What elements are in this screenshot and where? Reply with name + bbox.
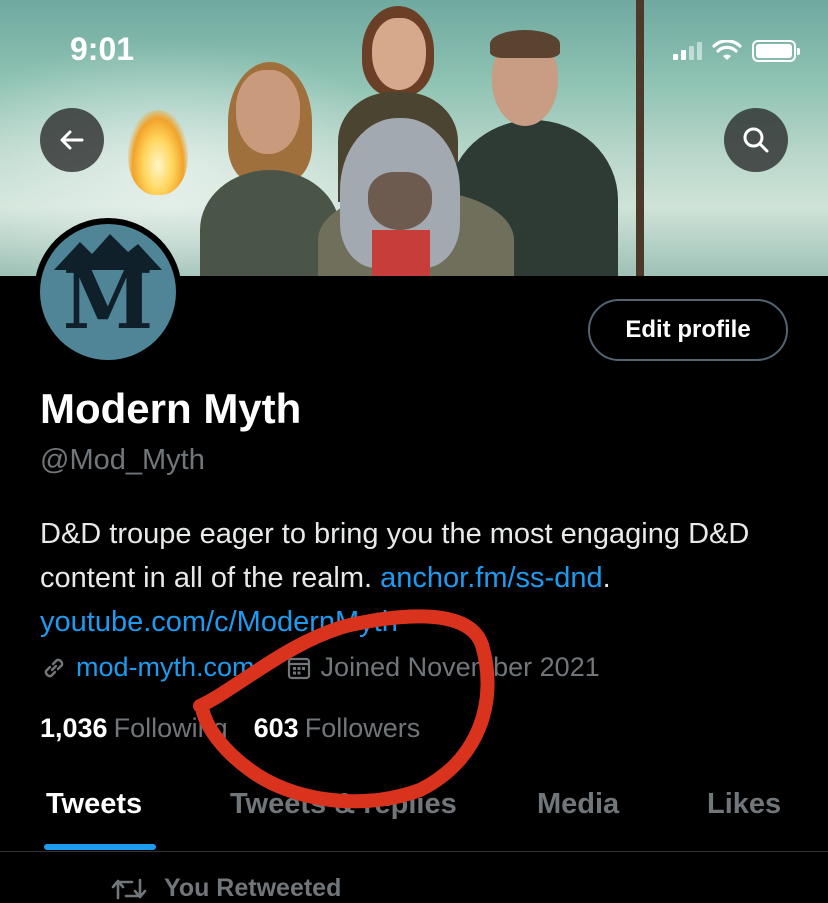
website-item[interactable]: mod-myth.com [40,652,255,683]
tab-media[interactable]: Media [537,788,619,821]
banner-staff [636,0,644,276]
status-icons [673,40,800,62]
followers-stat[interactable]: 603 Followers [254,713,421,744]
following-label: Following [113,713,228,743]
user-handle: @Mod_Myth [40,444,205,476]
joined-date: Joined November 2021 [320,652,600,682]
tab-tweets[interactable]: Tweets [46,788,142,821]
back-button[interactable] [40,108,104,172]
following-stat[interactable]: 1,036 Following [40,713,228,744]
tab-tweets-and-replies[interactable]: Tweets & replies [230,788,457,821]
signal-icon [673,42,702,60]
banner-person-2-face [372,18,426,90]
bio-punctuation: . [602,562,611,594]
display-name: Modern Myth [40,385,302,432]
joined-item: Joined November 2021 [285,652,600,683]
follow-counts: 1,036 Following 603 Followers [40,713,446,744]
banner-person-3-shirt [372,230,430,276]
link-icon [44,658,64,677]
profile-tabs: Tweets Tweets & replies Media Likes [0,770,828,852]
bio-link-anchor[interactable]: anchor.fm/ss-dnd [380,562,602,594]
retweet-icon [111,878,147,899]
battery-icon [752,40,800,62]
avatar-image: M [40,224,176,360]
mountain-logo-icon [54,234,162,270]
followers-count: 603 [253,713,299,743]
followers-label: Followers [304,713,421,743]
retweet-context: You Retweeted [110,874,341,903]
status-time: 9:01 [70,31,135,67]
edit-profile-button[interactable]: Edit profile [588,299,788,361]
following-count: 1,036 [40,713,108,743]
tab-likes[interactable]: Likes [707,788,781,821]
calendar-icon [287,657,310,679]
search-icon [743,127,769,153]
bio-link-youtube[interactable]: youtube.com/c/ModernMyth [40,606,398,638]
retweet-label: You Retweeted [164,874,342,902]
active-tab-indicator [44,844,156,850]
avatar[interactable]: M [34,218,182,366]
back-arrow-icon [60,130,84,150]
search-button[interactable] [724,108,788,172]
banner-person-3-face [368,172,432,230]
banner-fire [128,110,188,195]
website-link[interactable]: mod-myth.com [76,652,255,683]
wifi-icon [712,40,742,60]
banner-person-4-hair [490,30,560,58]
profile-meta: mod-myth.com Joined November 2021 [40,652,630,683]
banner-person-1-face [236,70,300,154]
profile-bio: D&D troupe eager to bring you the most e… [40,512,800,644]
